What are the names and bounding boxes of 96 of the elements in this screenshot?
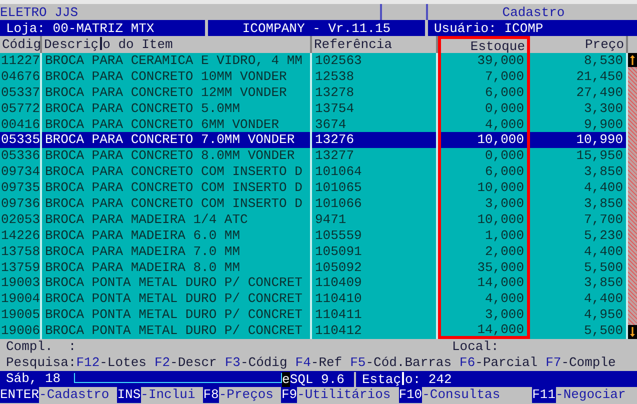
table-cell: BROCA PONTA METAL DURO P/ CONCRET <box>42 291 312 308</box>
search-shortcut[interactable]: F7-Comple <box>546 355 616 372</box>
company-name: ELETRO JJS <box>0 4 80 20</box>
scroll-down-arrow-icon[interactable] <box>628 325 637 340</box>
table-cell: 14,000 <box>438 323 530 340</box>
table-cell: BROCA PARA CONCRETO 5.0MM <box>42 100 312 117</box>
table-cell: 19006 <box>0 323 42 340</box>
table-cell: 7,000 <box>438 68 530 85</box>
table-cell: 0,000 <box>438 100 530 117</box>
screen-title: Cadastro <box>501 4 566 20</box>
table-row[interactable]: 19006 BROCA PONTA METAL DURO P/ CONCRET 110412 14,000 5,500 <box>0 323 628 340</box>
search-shortcut[interactable]: F5-Cód.Barras <box>350 355 452 372</box>
table-cell: BROCA PARA MADEIRA 6.0 MM <box>42 228 312 244</box>
table-cell: BROCA PARA MADEIRA 1/4 ATC <box>42 212 312 228</box>
function-key[interactable]: F8-Preços <box>203 387 282 404</box>
table-cell: 102563 <box>312 53 438 69</box>
database-label: eSQL 9.6 <box>282 372 346 387</box>
table-cell: 10,000 <box>438 180 530 196</box>
table-cell: 09736 <box>0 196 42 212</box>
table-cell: 3,000 <box>438 307 530 324</box>
scroll-up-arrow-icon[interactable] <box>628 53 637 67</box>
table-cell: 11227 <box>0 53 42 69</box>
table-cell: BROCA PARA CONCRETO COM INSERTO D <box>42 164 312 180</box>
table-cell: 13277 <box>312 148 438 164</box>
table-cell: BROCA PARA CONCRETO 8.0MM VONDER <box>42 148 312 164</box>
table-cell: 19005 <box>0 307 42 324</box>
function-key[interactable]: ENTER-Cadastro <box>0 387 118 404</box>
table-cell: BROCA PARA MADEIRA 8.0 MM <box>42 260 312 276</box>
table-cell: 10,000 <box>438 132 530 148</box>
table-cell: BROCA PARA CONCRETO 12MM VONDER <box>42 84 312 101</box>
table-cell: 110410 <box>312 291 438 308</box>
table-cell: 13278 <box>312 84 438 101</box>
function-key[interactable]: INS-Inclui <box>117 387 204 404</box>
table-cell: 13276 <box>312 132 438 148</box>
table-cell: 19003 <box>0 275 42 292</box>
table-cell: 101064 <box>312 164 438 180</box>
table-cell: 3,000 <box>438 196 530 212</box>
table-cell: 12538 <box>312 68 438 85</box>
table-cell: BROCA PONTA METAL DURO P/ CONCRET <box>42 275 312 292</box>
table-cell: 05337 <box>0 84 42 101</box>
table-cell: 10,000 <box>438 212 530 228</box>
table-cell: BROCA PARA CERAMICA E VIDRO, 4 MM <box>42 53 312 69</box>
table-cell: 13758 <box>0 244 42 260</box>
table-cell: BROCA PARA MADEIRA 7.0 MM <box>42 244 312 260</box>
table-cell: 0,000 <box>438 148 530 164</box>
table-cell: 1,000 <box>438 228 530 244</box>
table-cell: 09735 <box>0 180 42 196</box>
table-cell: 105559 <box>312 228 438 244</box>
table-cell: 09734 <box>0 164 42 180</box>
table-cell: 101065 <box>312 180 438 196</box>
function-key[interactable]: F11-Negociar <box>532 387 634 404</box>
table-cell: 101066 <box>312 196 438 212</box>
search-shortcut[interactable]: F3-Códig <box>224 355 288 372</box>
table-cell: 14,000 <box>438 275 530 292</box>
function-key[interactable]: F9-Utilitários <box>281 387 399 404</box>
table-cell: BROCA PARA CONCRETO COM INSERTO D <box>42 180 312 196</box>
search-shortcut[interactable]: F12-Lotes <box>76 355 146 372</box>
table-cell: BROCA PONTA METAL DURO P/ CONCRET <box>42 323 312 340</box>
table-cell: 13759 <box>0 260 42 276</box>
table-cell: BROCA PARA CONCRETO 10MM VONDER <box>42 68 312 85</box>
table-cell: 4,000 <box>438 291 530 308</box>
function-key[interactable]: F10-Consultas <box>398 387 532 404</box>
table-cell: 05336 <box>0 148 42 164</box>
table-row[interactable]: 05335 BROCA PARA CONCRETO 7.0MM VONDER 13276 10,000 10,990 <box>0 132 628 148</box>
table-cell: 2,000 <box>438 244 530 260</box>
table-cell: 35,000 <box>438 260 530 276</box>
compl-label: Compl. : <box>6 339 78 356</box>
table-cell: 39,000 <box>438 53 530 69</box>
table-cell: 110411 <box>312 307 438 324</box>
table-cell: 19004 <box>0 291 42 308</box>
table-cell: 110409 <box>312 275 438 292</box>
table-cell: 13754 <box>312 100 438 117</box>
table-cell: 105092 <box>312 260 438 276</box>
user-label: Usuário: ICOMP <box>428 20 637 36</box>
search-shortcut[interactable]: F6-Parcial <box>460 355 538 372</box>
table-cell: 05335 <box>0 132 42 148</box>
local-label: Local: <box>452 339 499 356</box>
table-cell: BROCA PARA CONCRETO COM INSERTO D <box>42 196 312 212</box>
table-cell: 9471 <box>312 212 438 228</box>
table-cell: 105091 <box>312 244 438 260</box>
search-label: Pesquisa: <box>6 355 76 372</box>
table-cell: BROCA PONTA METAL DURO P/ CONCRET <box>42 307 312 324</box>
date-field: Sáb, 18 <box>0 371 74 386</box>
table-cell: 110412 <box>312 323 438 340</box>
table-cell: 02053 <box>0 212 42 228</box>
store-label: Loja: 00-MATRIZ MTX <box>0 20 205 36</box>
table-cell: 14226 <box>0 228 42 244</box>
search-shortcut[interactable]: F4-Ref <box>295 355 342 372</box>
table-cell: BROCA PARA CONCRETO 7.0MM VONDER <box>42 132 312 148</box>
scrollbar[interactable] <box>628 53 637 340</box>
table-cell: 6,000 <box>438 84 530 101</box>
table-cell: 6,000 <box>438 164 530 180</box>
table-cell: 04676 <box>0 68 42 85</box>
search-shortcut[interactable]: F2-Descr <box>154 355 217 372</box>
table-cell: 05772 <box>0 100 42 117</box>
version-label: ICOMPANY - Vr.11.15 <box>208 20 425 36</box>
